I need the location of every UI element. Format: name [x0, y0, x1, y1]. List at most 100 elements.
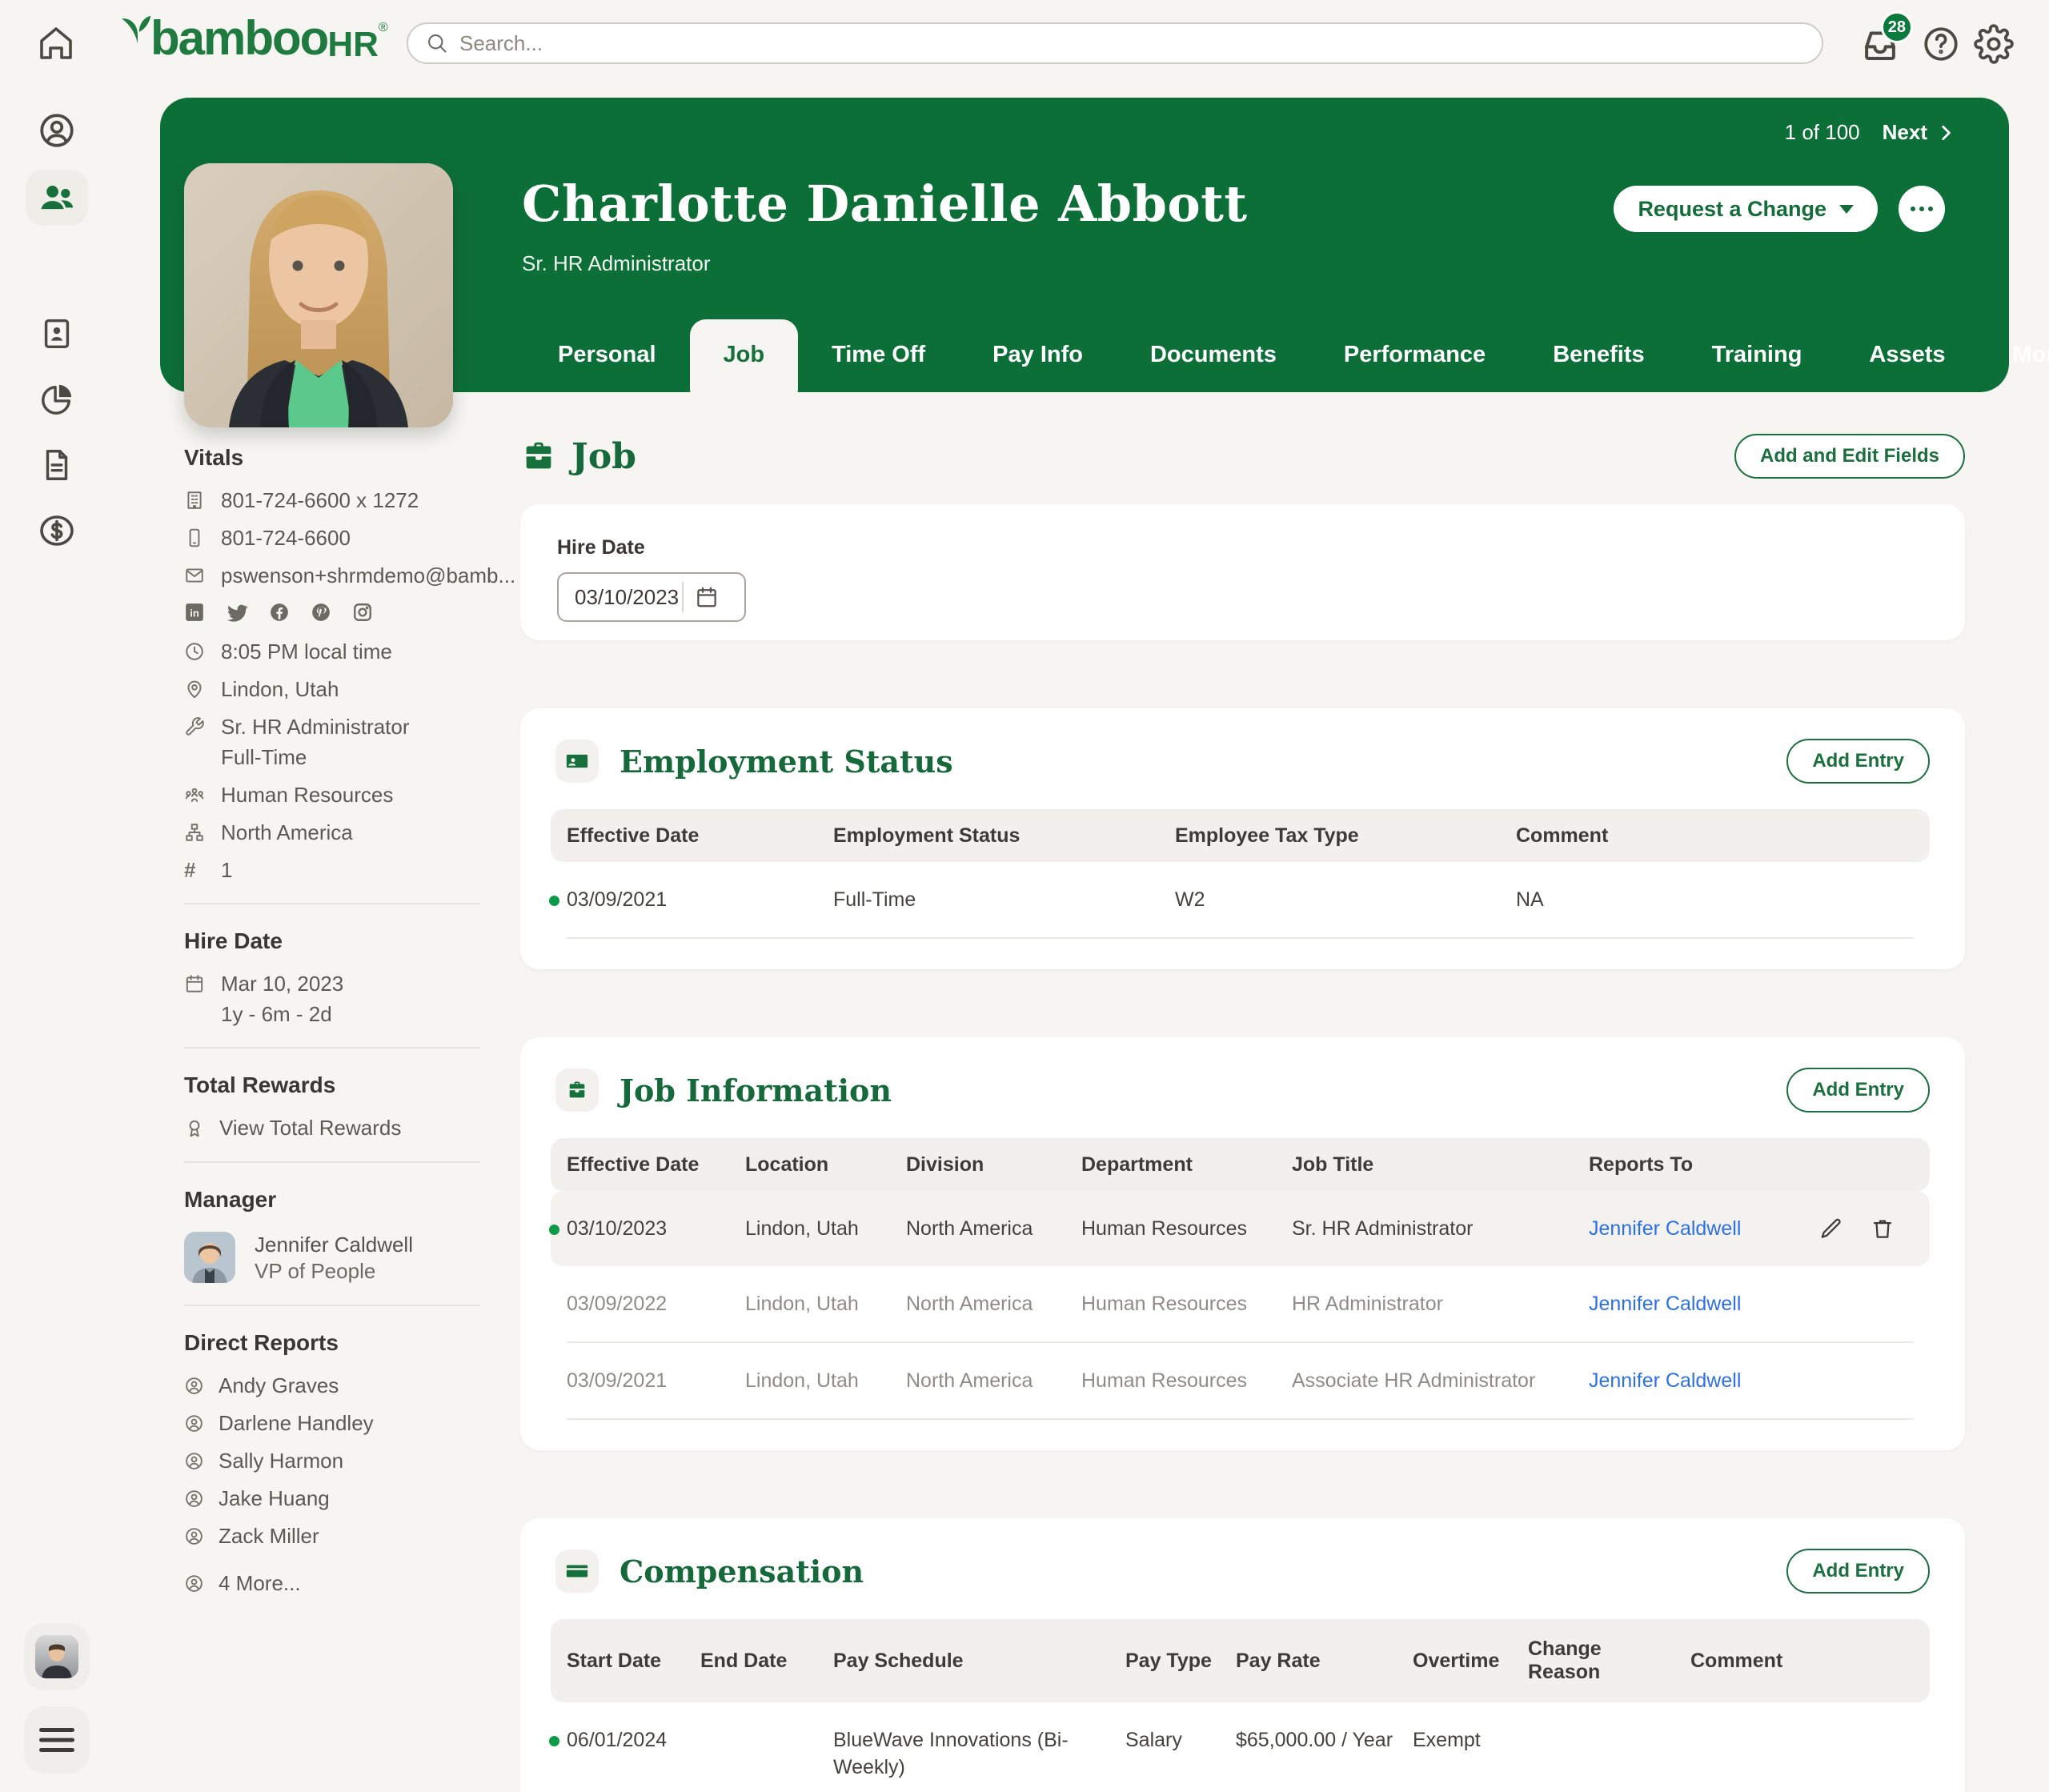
email-icon [184, 565, 205, 586]
inbox-badge: 28 [1880, 11, 1913, 43]
employee-photo[interactable] [184, 163, 453, 427]
job-information-table: Effective Date Location Division Departm… [520, 1114, 1965, 1420]
tab-benefits[interactable]: Benefits [1519, 342, 1678, 392]
person-circle-icon [184, 1451, 204, 1471]
location-row: Lindon, Utah [184, 677, 480, 701]
add-entry-button[interactable]: Add Entry [1786, 1549, 1930, 1594]
more-actions-button[interactable] [1899, 186, 1945, 232]
reports-to-link[interactable]: Jennifer Caldwell [1589, 1293, 1741, 1315]
direct-reports-more-link[interactable]: 4 More... [184, 1571, 480, 1596]
brand-bamboo: bamboo [150, 11, 329, 65]
location-pin-icon [184, 679, 205, 700]
hash-icon: # [184, 858, 196, 882]
tab-assets[interactable]: Assets [1835, 342, 1979, 392]
wrench-icon [184, 716, 205, 737]
global-search [407, 22, 1823, 64]
department-row: Human Resources [184, 783, 480, 807]
vitals-title: Vitals [184, 445, 244, 470]
tenure: 1y - 6m - 2d [221, 1002, 332, 1026]
hire-date-input[interactable] [559, 584, 679, 610]
briefcase-icon [520, 438, 557, 475]
person-circle-icon [184, 1574, 204, 1594]
sidebar-item-employee-card[interactable] [26, 306, 88, 362]
facebook-icon[interactable] [269, 602, 290, 623]
employee-number-row: # 1 [184, 858, 233, 882]
direct-report-link[interactable]: Darlene Handley [184, 1411, 480, 1436]
local-time-row: 8:05 PM local time [184, 639, 480, 663]
job-tab-content: Job Add and Edit Fields Hire Date Employ… [520, 431, 1965, 1792]
table-row: 03/09/2022 Lindon, Utah North America Hu… [567, 1293, 1742, 1315]
briefcase-icon [555, 1068, 599, 1112]
direct-report-link[interactable]: Zack Miller [184, 1524, 480, 1549]
search-icon [426, 32, 448, 54]
tab-training[interactable]: Training [1678, 342, 1836, 392]
edit-entry-icon[interactable] [1819, 1217, 1843, 1241]
sidebar-item-payroll[interactable] [26, 503, 88, 559]
next-employee-button[interactable]: Next [1883, 120, 1956, 145]
direct-report-link[interactable]: Jake Huang [184, 1486, 480, 1511]
table-header: Start Date End Date Pay Schedule Pay Typ… [551, 1619, 1930, 1702]
email-row[interactable]: pswenson+shrmdemo@bamb... [184, 563, 515, 587]
bamboohr-logo[interactable]: bambooHR bambooHR® [120, 13, 388, 70]
tab-time-off[interactable]: Time Off [798, 342, 959, 392]
manager-name[interactable]: Jennifer Caldwell [255, 1233, 413, 1257]
award-icon [184, 1118, 205, 1139]
hire-date-card: Hire Date [520, 504, 1965, 640]
direct-reports-title: Direct Reports [184, 1330, 339, 1355]
manager-card: Jennifer Caldwell VP of People [184, 1230, 480, 1284]
reports-to-link[interactable]: Jennifer Caldwell [1589, 1369, 1741, 1392]
tab-pay-info[interactable]: Pay Info [959, 342, 1117, 392]
home-icon[interactable] [37, 24, 75, 62]
section-title: Job Information [620, 1072, 892, 1108]
help-icon[interactable] [1921, 24, 1961, 64]
sidebar-item-people[interactable] [26, 170, 88, 226]
tab-personal[interactable]: Personal [524, 342, 690, 392]
settings-gear-icon[interactable] [1974, 24, 2014, 64]
calendar-icon [184, 973, 205, 994]
view-total-rewards-link[interactable]: View Total Rewards [184, 1116, 480, 1141]
current-user-avatar[interactable] [24, 1623, 90, 1690]
svg-text:in: in [190, 607, 199, 619]
employee-name: Charlotte Danielle Abbott [522, 174, 1248, 233]
hire-date-title: Hire Date [184, 928, 283, 953]
reports-to-link[interactable]: Jennifer Caldwell [1589, 1217, 1741, 1240]
twitter-icon[interactable] [226, 601, 248, 623]
office-phone-row: 801-724-6600 x 1272 [184, 488, 480, 512]
tab-job[interactable]: Job [689, 319, 799, 405]
employment-status-card: Employment Status Add Entry Effective Da… [520, 708, 1965, 969]
current-entry-dot [549, 895, 559, 906]
employment-type: Full-Time [221, 745, 307, 769]
search-input[interactable] [459, 30, 1804, 56]
id-card-icon [555, 740, 599, 783]
mobile-phone-row: 801-724-6600 [184, 526, 480, 550]
inbox-button[interactable]: 28 [1859, 11, 1913, 67]
sidebar-item-files[interactable] [26, 437, 88, 493]
direct-report-link[interactable]: Andy Graves [184, 1373, 480, 1398]
tab-more[interactable]: More [1979, 342, 2049, 392]
add-edit-fields-button[interactable]: Add and Edit Fields [1734, 434, 1965, 479]
current-entry-dot [549, 1224, 559, 1235]
request-change-button[interactable]: Request a Change [1614, 186, 1878, 232]
person-circle-icon [184, 1376, 204, 1396]
my-info-icon[interactable] [26, 102, 88, 158]
clock-icon [184, 641, 205, 662]
delete-entry-icon[interactable] [1871, 1217, 1895, 1241]
pinterest-icon[interactable] [311, 602, 331, 623]
add-entry-button[interactable]: Add Entry [1786, 739, 1930, 784]
credit-card-icon [555, 1549, 599, 1593]
divider [567, 937, 1914, 939]
sidebar-item-reports[interactable] [26, 371, 88, 427]
compensation-card: Compensation Add Entry Start Date End Da… [520, 1518, 1965, 1792]
tab-performance[interactable]: Performance [1310, 342, 1519, 392]
add-entry-button[interactable]: Add Entry [1786, 1068, 1930, 1112]
direct-report-link[interactable]: Sally Harmon [184, 1449, 480, 1473]
calendar-icon[interactable] [695, 585, 719, 609]
instagram-icon[interactable] [352, 602, 373, 623]
tab-documents[interactable]: Documents [1117, 342, 1310, 392]
divider [567, 1418, 1914, 1420]
hamburger-menu-icon[interactable] [24, 1706, 90, 1774]
table-header: Effective Date Location Division Departm… [551, 1138, 1930, 1191]
linkedin-icon[interactable]: in [184, 602, 205, 623]
header-actions: Request a Change [1614, 186, 1945, 232]
manager-avatar[interactable] [184, 1231, 235, 1283]
